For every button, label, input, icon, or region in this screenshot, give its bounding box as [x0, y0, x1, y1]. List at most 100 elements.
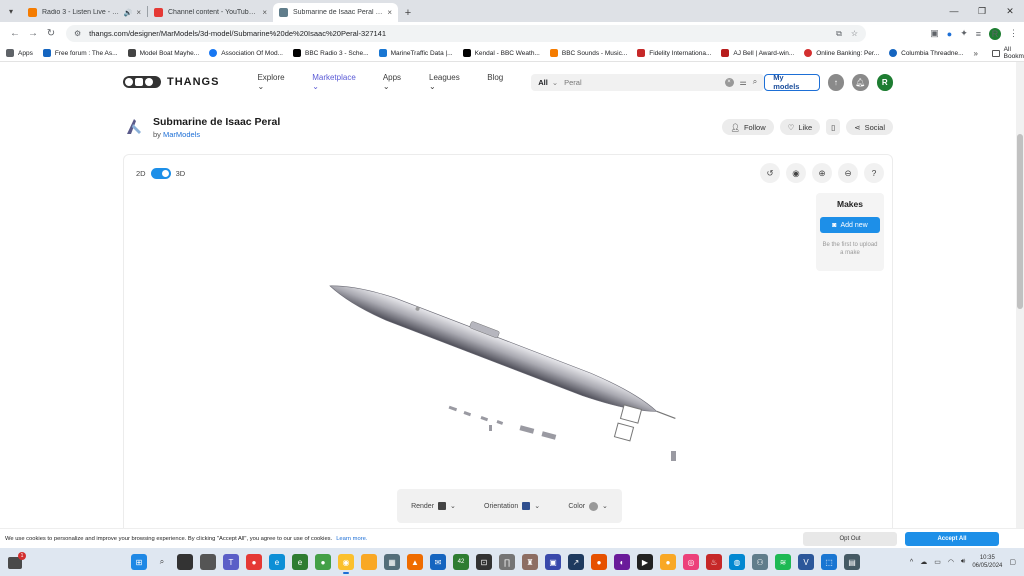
search-scope[interactable]: All [538, 78, 548, 87]
visio-icon[interactable]: V [798, 554, 814, 570]
reload-icon[interactable]: ↻ [42, 28, 60, 39]
nav-blog[interactable]: Blog [487, 73, 503, 91]
color-dropdown[interactable]: Color ⌄ [568, 501, 608, 511]
upload-icon[interactable]: ↑ [827, 73, 845, 91]
bookmark-item[interactable]: Model Boat Mayhe... [127, 49, 199, 57]
my-models-button[interactable]: My models [764, 73, 820, 91]
bookmark-item[interactable]: MarineTraffic Data |... [378, 49, 453, 57]
app-red-icon[interactable]: ♨ [706, 554, 722, 570]
media-player-icon[interactable]: ▶ [637, 554, 653, 570]
new-tab-button[interactable]: + [398, 3, 418, 22]
search-icon[interactable]: ⌕ [753, 77, 757, 87]
app-pink-icon[interactable]: ◎ [683, 554, 699, 570]
model-viewer[interactable]: 2D 3D ↺ ◉ ⊕ ⊖ ? Makes ◙ Add new Be the fi… [123, 154, 893, 528]
tab-search-button[interactable]: ▾ [0, 0, 22, 22]
app-tower-icon[interactable]: ♜ [522, 554, 538, 570]
app-photo-icon[interactable]: ▣ [545, 554, 561, 570]
chrome-icon[interactable]: ◉ [338, 554, 354, 574]
app-people-icon[interactable]: ⚇ [752, 554, 768, 570]
thangs-logo[interactable]: THANGS [123, 76, 219, 88]
display-icon[interactable]: ▭ [934, 558, 941, 566]
app-chart-icon[interactable]: ↗ [568, 554, 584, 570]
notification-bell-icon[interactable]: 🔔︎ [852, 73, 869, 91]
search-bar[interactable]: All ⌄ Peral × ⚌ ⌕ [531, 73, 765, 91]
app-dark-icon[interactable]: ⊡ [476, 554, 492, 570]
app-purple-icon[interactable]: ◐ [614, 554, 630, 570]
restore-icon[interactable]: ❐ [968, 6, 996, 17]
author-link[interactable]: MarModels [163, 130, 200, 139]
bookmark-item[interactable]: AJ Bell | Award-win... [721, 49, 794, 57]
social-button[interactable]: ⋖ Social [846, 119, 893, 135]
bookmark-item[interactable]: Association Of Mod... [209, 49, 283, 57]
teams-icon[interactable]: T [223, 554, 239, 570]
forward-icon[interactable]: → [24, 28, 42, 39]
menu-icon[interactable]: ⋮ [1009, 28, 1018, 39]
submarine-3d-model[interactable] [324, 255, 694, 465]
bookmark-apps[interactable]: Apps [6, 49, 33, 57]
back-icon[interactable]: ← [6, 28, 24, 39]
orientation-dropdown[interactable]: Orientation ⌄ [484, 502, 540, 510]
nav-marketplace[interactable]: Marketplace ⌄ [312, 73, 363, 91]
firefox-icon[interactable]: ● [591, 554, 607, 570]
nav-leagues[interactable]: Leagues ⌄ [429, 73, 467, 91]
bookmark-item[interactable]: Kendal - BBC Weath... [462, 49, 540, 57]
all-bookmarks-button[interactable]: All Bookmarks [991, 46, 1024, 60]
tab-radio3[interactable]: Radio 3 - Listen Live - BBC 🔊 × [22, 3, 147, 22]
close-icon[interactable]: × [262, 8, 267, 17]
reset-view-icon[interactable]: ↺ [760, 163, 780, 183]
close-icon[interactable]: × [136, 8, 141, 17]
cloud-icon[interactable]: ☁ [920, 558, 927, 566]
filter-icon[interactable]: ⚌ [740, 78, 747, 87]
site-info-icon[interactable]: ⚙ [74, 29, 81, 38]
bookmark-item[interactable]: Columbia Threadne... [889, 49, 964, 57]
clear-search-icon[interactable]: × [724, 77, 734, 87]
bookmark-button[interactable]: ▯ [826, 119, 841, 135]
app-green-icon[interactable]: ● [315, 554, 331, 570]
opt-out-button[interactable]: Opt Out [803, 531, 897, 546]
spotify-icon[interactable]: ≋ [775, 554, 791, 570]
like-button[interactable]: ♡ Like [779, 119, 821, 135]
install-app-icon[interactable]: ⧉ [836, 29, 842, 39]
edge-icon[interactable]: e [269, 554, 285, 570]
maps-icon[interactable]: ● [246, 554, 262, 570]
folder-icon[interactable] [361, 554, 377, 570]
volume-icon[interactable]: 🔊︎ [961, 558, 965, 566]
minimize-icon[interactable]: — [940, 6, 968, 16]
accept-all-button[interactable]: Accept All [905, 531, 999, 546]
profile-avatar[interactable]: R [989, 27, 1001, 40]
tab-youtube-studio[interactable]: Channel content - YouTube Stu × [148, 3, 273, 22]
calculator-icon[interactable]: ▦ [384, 554, 400, 570]
learn-more-link[interactable]: Learn more. [336, 536, 367, 542]
bookmark-item[interactable]: BBC Radio 3 - Sche... [292, 49, 369, 57]
omnibox[interactable]: ⚙ thangs.com/designer/MarModels/3d-model… [66, 25, 866, 42]
bookmark-item[interactable]: Free forum : The As... [42, 49, 118, 57]
more-bookmarks-icon[interactable]: » [974, 49, 978, 58]
follow-button[interactable]: 👤︎ Follow [722, 119, 774, 135]
2d-3d-switch[interactable] [150, 168, 171, 179]
render-dropdown[interactable]: Render ⌄ [411, 502, 456, 510]
scrollbar-thumb[interactable] [1017, 134, 1023, 309]
page-scrollbar[interactable] [1016, 62, 1024, 528]
close-icon[interactable]: × [387, 8, 392, 17]
bookmark-item[interactable]: Fidelity Internationa... [637, 49, 711, 57]
file-explorer-icon[interactable] [200, 554, 216, 570]
search-icon[interactable]: ⌕ [154, 554, 170, 570]
widgets-button[interactable]: 1 [8, 552, 28, 572]
add-new-make-button[interactable]: ◙ Add new [820, 217, 880, 233]
app-yellow-icon[interactable]: ● [660, 554, 676, 570]
media-control-icon[interactable]: ≡ [976, 29, 981, 39]
chevron-down-icon[interactable]: ⌄ [552, 78, 558, 87]
user-avatar[interactable]: R [876, 73, 893, 91]
bookmark-item[interactable]: Online Banking: Per... [804, 49, 879, 57]
mail-icon[interactable]: ✉ [430, 554, 446, 570]
puzzle-icon[interactable]: ✦ [960, 28, 968, 39]
app-badge-icon[interactable]: 42 [453, 554, 469, 570]
author-avatar[interactable] [123, 116, 145, 138]
extension-icon[interactable]: ▣ [930, 28, 939, 39]
app-blue-icon[interactable]: ⬚ [821, 554, 837, 570]
edge-beta-icon[interactable]: e [292, 554, 308, 570]
bookmark-item[interactable]: BBC Sounds - Music... [549, 49, 627, 57]
app-globe-icon[interactable]: ◍ [729, 554, 745, 570]
vlc-icon[interactable]: ▲ [407, 554, 423, 570]
bookmark-star-icon[interactable]: ☆ [851, 29, 858, 38]
